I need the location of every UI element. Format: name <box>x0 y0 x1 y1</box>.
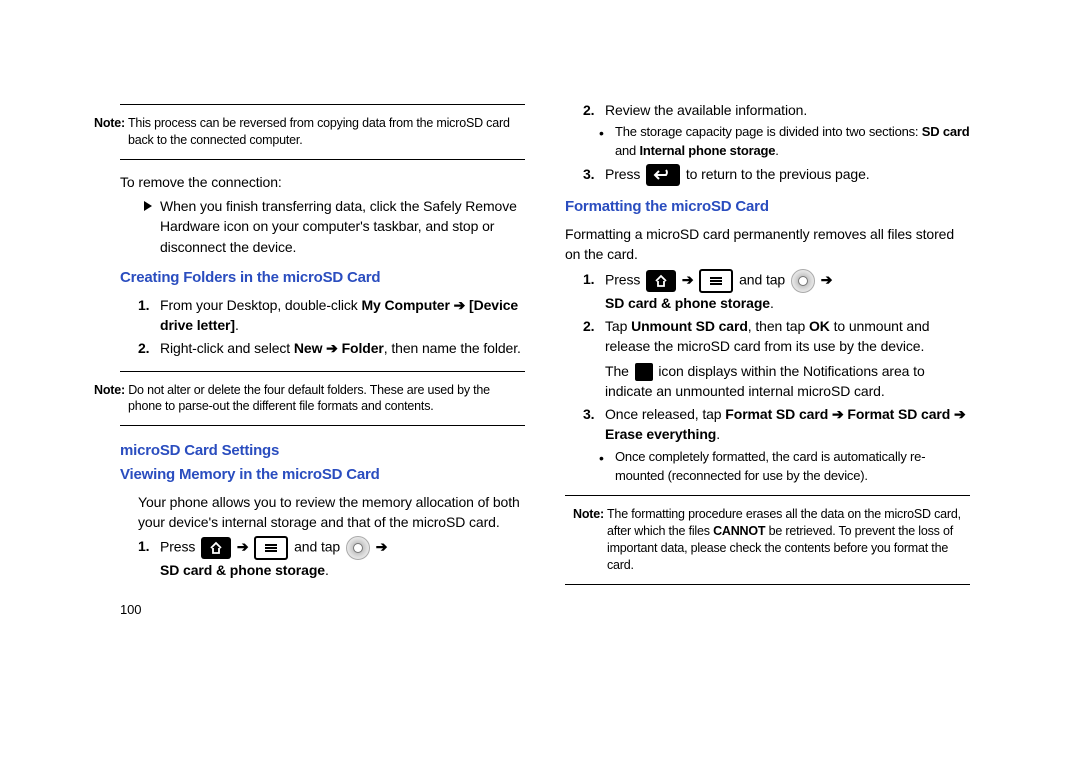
text: Once completely formatted, the card is a… <box>615 448 970 486</box>
rule <box>120 425 525 426</box>
bold-text: Folder <box>342 340 384 356</box>
format-step-3: 3. Once released, tap Format SD card ➔ F… <box>583 404 970 445</box>
arrow-icon: ➔ <box>950 406 965 422</box>
bold-text: OK <box>809 318 830 334</box>
sd-card-icon <box>635 363 653 381</box>
note-text: Do not alter or delete the four default … <box>125 383 490 414</box>
text: Press <box>605 271 644 287</box>
text: The <box>605 363 633 379</box>
home-button-icon <box>201 537 231 559</box>
rule <box>120 104 525 105</box>
ol-number: 1. <box>138 536 160 580</box>
note-label: Note: <box>94 116 125 130</box>
text: , then name the folder. <box>384 340 521 356</box>
arrow-icon: ➔ <box>237 539 252 555</box>
create-step-1: 1. From your Desktop, double-click My Co… <box>138 295 525 336</box>
remove-bullet-item: When you finish transferring data, click… <box>144 196 525 257</box>
rule <box>120 371 525 372</box>
note-box-1: Note: This process can be reversed from … <box>120 109 525 155</box>
text: Review the available information. <box>605 100 970 120</box>
view-step-1: 1. Press ➔ and tap ➔ SD card & phone sto… <box>138 536 525 580</box>
ol-number: 1. <box>138 295 160 336</box>
text: Tap <box>605 318 631 334</box>
bold-text: New <box>294 340 323 356</box>
text: . <box>235 317 239 333</box>
text: to return to the previous page. <box>686 166 870 182</box>
arrow-icon: ➔ <box>322 340 341 356</box>
arrow-icon: ➔ <box>682 271 697 287</box>
ol-number: 2. <box>583 316 605 401</box>
triangle-bullet-icon <box>144 201 152 211</box>
text: . <box>325 562 329 578</box>
heading-viewing-memory: Viewing Memory in the microSD Card <box>120 464 525 486</box>
rule <box>120 159 525 160</box>
back-button-icon <box>646 164 680 186</box>
view-step-2: 2. Review the available information. <box>583 100 970 120</box>
note-label: Note: <box>94 383 125 397</box>
text: Right-click and select <box>160 340 294 356</box>
text: Press <box>160 539 199 555</box>
note-box-2: Note: Do not alter or delete the four de… <box>120 376 525 422</box>
bold-text: My Computer <box>361 297 449 313</box>
bullet-icon: • <box>599 448 615 486</box>
settings-gear-icon <box>346 536 370 560</box>
bold-text: Format SD card <box>847 406 950 422</box>
page-number: 100 <box>120 601 525 620</box>
rule <box>565 584 970 585</box>
format-step-1: 1. Press ➔ and tap ➔ SD card & phone sto… <box>583 269 970 313</box>
left-column: Note: This process can be reversed from … <box>120 100 525 620</box>
heading-sd-settings: microSD Card Settings <box>120 440 525 462</box>
formatting-para: Formatting a microSD card permanently re… <box>565 224 970 265</box>
bold-text: Unmount SD card <box>631 318 748 334</box>
bold-text: SD card & phone storage <box>605 295 770 311</box>
format-step-2: 2. Tap Unmount SD card, then tap OK to u… <box>583 316 970 401</box>
bold-text: CANNOT <box>713 524 765 538</box>
text: , then tap <box>748 318 809 334</box>
menu-button-icon <box>699 269 733 293</box>
text: . <box>716 426 720 442</box>
arrow-icon: ➔ <box>821 271 833 287</box>
bold-text: Internal phone storage <box>640 143 776 158</box>
bold-text: Erase everything <box>605 426 716 442</box>
ol-number: 2. <box>138 338 160 358</box>
text: From your Desktop, double-click <box>160 297 361 313</box>
text: and <box>615 143 640 158</box>
text: . <box>770 295 774 311</box>
ol-number: 2. <box>583 100 605 120</box>
text: Press <box>605 166 644 182</box>
text: The storage capacity page is divided int… <box>615 124 922 139</box>
heading-creating-folders: Creating Folders in the microSD Card <box>120 267 525 289</box>
note-text: This process can be reversed from copyin… <box>125 116 510 147</box>
bold-text: Format SD card <box>725 406 828 422</box>
remove-bullet-text: When you finish transferring data, click… <box>160 196 525 257</box>
ol-number: 3. <box>583 404 605 445</box>
menu-button-icon <box>254 536 288 560</box>
bullet-icon: • <box>599 123 615 161</box>
note-label: Note: <box>573 507 604 521</box>
arrow-icon: ➔ <box>828 406 847 422</box>
ol-number: 3. <box>583 164 605 186</box>
remove-intro: To remove the connection: <box>120 172 525 192</box>
text: Once released, tap <box>605 406 725 422</box>
text: and tap <box>294 539 344 555</box>
heading-formatting: Formatting the microSD Card <box>565 196 970 218</box>
text: icon displays within the Notifications a… <box>605 363 925 399</box>
format-complete-bullet: • Once completely formatted, the card is… <box>599 448 970 486</box>
bold-text: SD card & phone storage <box>160 562 325 578</box>
settings-gear-icon <box>791 269 815 293</box>
storage-sections-bullet: • The storage capacity page is divided i… <box>599 123 970 161</box>
view-step-3: 3. Press to return to the previous page. <box>583 164 970 186</box>
create-step-2: 2. Right-click and select New ➔ Folder, … <box>138 338 525 358</box>
home-button-icon <box>646 270 676 292</box>
ol-number: 1. <box>583 269 605 313</box>
arrow-icon: ➔ <box>376 539 388 555</box>
text: . <box>775 143 778 158</box>
rule <box>565 495 970 496</box>
note-box-3: Note: The formatting procedure erases al… <box>565 500 970 580</box>
arrow-icon: ➔ <box>450 297 469 313</box>
text: and tap <box>739 271 789 287</box>
viewing-para: Your phone allows you to review the memo… <box>138 492 525 533</box>
right-column: 2. Review the available information. • T… <box>565 100 970 620</box>
bold-text: SD card <box>922 124 970 139</box>
